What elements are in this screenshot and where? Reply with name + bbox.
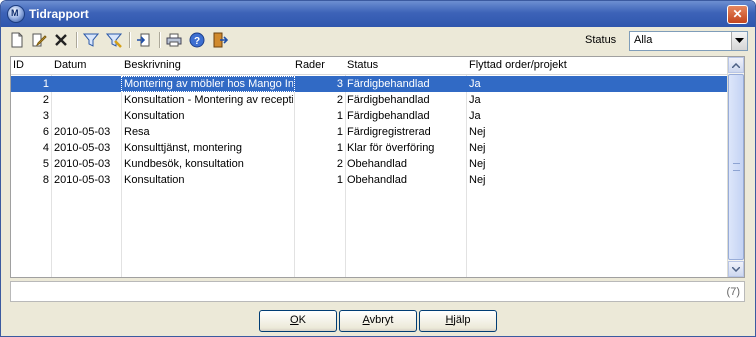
record-count: (7) [726, 286, 740, 298]
header-rader[interactable]: Rader [295, 59, 325, 71]
help-label: jälp [453, 314, 471, 326]
toolbar-separator [159, 32, 161, 48]
scroll-up-button[interactable] [728, 57, 744, 73]
cell-flyttad: Ja [469, 78, 481, 90]
cell-status: Klar för överföring [347, 142, 435, 154]
app-icon-letter: M [11, 8, 19, 18]
cancel-mnemonic: A [362, 314, 370, 326]
ok-mnemonic: O [290, 314, 299, 326]
time-report-table: ID Datum Beskrivning Rader Status Flytta… [10, 56, 745, 278]
tidrapport-window: M Tidrapport ✕ ? Status Alla ID Datum Be… [0, 0, 756, 337]
cancel-label: vbryt [369, 314, 394, 326]
cell-rader: 2 [336, 158, 343, 170]
table-row[interactable]: 4 2010-05-03 Konsulttjänst, montering 1 … [11, 140, 727, 156]
chevron-down-icon [732, 266, 740, 272]
cell-rader: 3 [336, 78, 343, 90]
cell-beskrivning: Konsultation [124, 110, 185, 122]
delete-icon[interactable] [52, 31, 70, 49]
cell-status: Färdigbehandlad [347, 78, 430, 90]
close-icon: ✕ [732, 7, 743, 21]
cell-rader: 1 [336, 142, 343, 154]
status-filter-label: Status [585, 34, 617, 46]
cancel-button[interactable]: Avbryt [339, 310, 417, 332]
cell-datum: 2010-05-03 [54, 158, 111, 170]
chevron-down-icon[interactable] [731, 32, 747, 50]
cell-id: 6 [42, 126, 49, 138]
cell-rader: 1 [336, 174, 343, 186]
table-header: ID Datum Beskrivning Rader Status Flytta… [11, 57, 727, 75]
table-row[interactable]: 3 Konsultation 1 Färdigbehandlad Ja [11, 108, 727, 124]
ok-label: K [298, 314, 306, 326]
cell-id: 4 [42, 142, 49, 154]
footer-bar: (7) [10, 281, 745, 302]
print-icon[interactable] [165, 31, 183, 49]
cell-rader: 1 [336, 126, 343, 138]
chevron-up-icon [732, 62, 740, 68]
cell-beskrivning: Kundbesök, konsultation [124, 158, 244, 170]
title-bar: M Tidrapport ✕ [1, 1, 755, 27]
toolbar-separator [129, 32, 131, 48]
table-row[interactable]: 5 2010-05-03 Kundbesök, konsultation 2 O… [11, 156, 727, 172]
cell-status: Färdigregistrerad [347, 126, 431, 138]
status-filter-value: Alla [634, 34, 653, 46]
table-row[interactable]: 8 2010-05-03 Konsultation 1 Obehandlad N… [11, 172, 727, 188]
table-row[interactable]: 2 Konsultation - Montering av receptio 2… [11, 92, 727, 108]
header-status[interactable]: Status [347, 59, 378, 71]
cell-flyttad: Ja [469, 94, 481, 106]
help-icon[interactable]: ? [188, 31, 206, 49]
toolbar: ? Status Alla [5, 28, 751, 54]
cell-id: 5 [42, 158, 49, 170]
cell-flyttad: Nej [469, 158, 486, 170]
cell-id: 8 [42, 174, 49, 186]
ok-button[interactable]: OK [259, 310, 337, 332]
cell-beskrivning: Konsulttjänst, montering [124, 142, 243, 154]
cell-flyttad: Ja [469, 110, 481, 122]
vertical-scrollbar[interactable] [727, 57, 744, 277]
clear-filter-icon[interactable] [105, 31, 123, 49]
table-row[interactable]: 1 Montering av möbler hos Mango Int 3 Fä… [11, 76, 727, 92]
header-beskrivning[interactable]: Beskrivning [124, 59, 181, 71]
table-row[interactable]: 6 2010-05-03 Resa 1 Färdigregistrerad Ne… [11, 124, 727, 140]
grip-icon [733, 163, 740, 171]
cell-datum: 2010-05-03 [54, 142, 111, 154]
exit-icon[interactable] [211, 31, 229, 49]
edit-icon[interactable] [30, 31, 48, 49]
cell-flyttad: Nej [469, 174, 486, 186]
move-icon[interactable] [135, 31, 153, 49]
cell-status: Obehandlad [347, 158, 407, 170]
cell-flyttad: Nej [469, 142, 486, 154]
cell-beskrivning: Montering av möbler hos Mango Int [124, 78, 293, 90]
cell-status: Färdigbehandlad [347, 110, 430, 122]
window-title: Tidrapport [29, 7, 89, 21]
cell-flyttad: Nej [469, 126, 486, 138]
scrollbar-thumb[interactable] [728, 74, 744, 260]
cell-datum: 2010-05-03 [54, 126, 111, 138]
new-icon[interactable] [8, 31, 26, 49]
filter-icon[interactable] [82, 31, 100, 49]
cell-rader: 2 [336, 94, 343, 106]
header-flyttad[interactable]: Flyttad order/projekt [469, 59, 567, 71]
status-filter-select[interactable]: Alla [629, 31, 748, 51]
cell-beskrivning: Konsultation - Montering av receptio [124, 94, 293, 106]
help-button[interactable]: Hjälp [419, 310, 497, 332]
cell-rader: 1 [336, 110, 343, 122]
cell-id: 3 [42, 110, 49, 122]
header-id[interactable]: ID [13, 59, 24, 71]
cell-id: 2 [42, 94, 49, 106]
app-icon: M [7, 5, 25, 23]
close-button[interactable]: ✕ [727, 5, 748, 24]
cell-datum: 2010-05-03 [54, 174, 111, 186]
cell-beskrivning: Konsultation [124, 174, 185, 186]
toolbar-separator [76, 32, 78, 48]
cell-status: Färdigbehandlad [347, 94, 430, 106]
header-datum[interactable]: Datum [54, 59, 86, 71]
cell-id: 1 [42, 78, 49, 90]
cell-status: Obehandlad [347, 174, 407, 186]
svg-text:?: ? [194, 36, 200, 47]
cell-beskrivning: Resa [124, 126, 150, 138]
scroll-down-button[interactable] [728, 261, 744, 277]
